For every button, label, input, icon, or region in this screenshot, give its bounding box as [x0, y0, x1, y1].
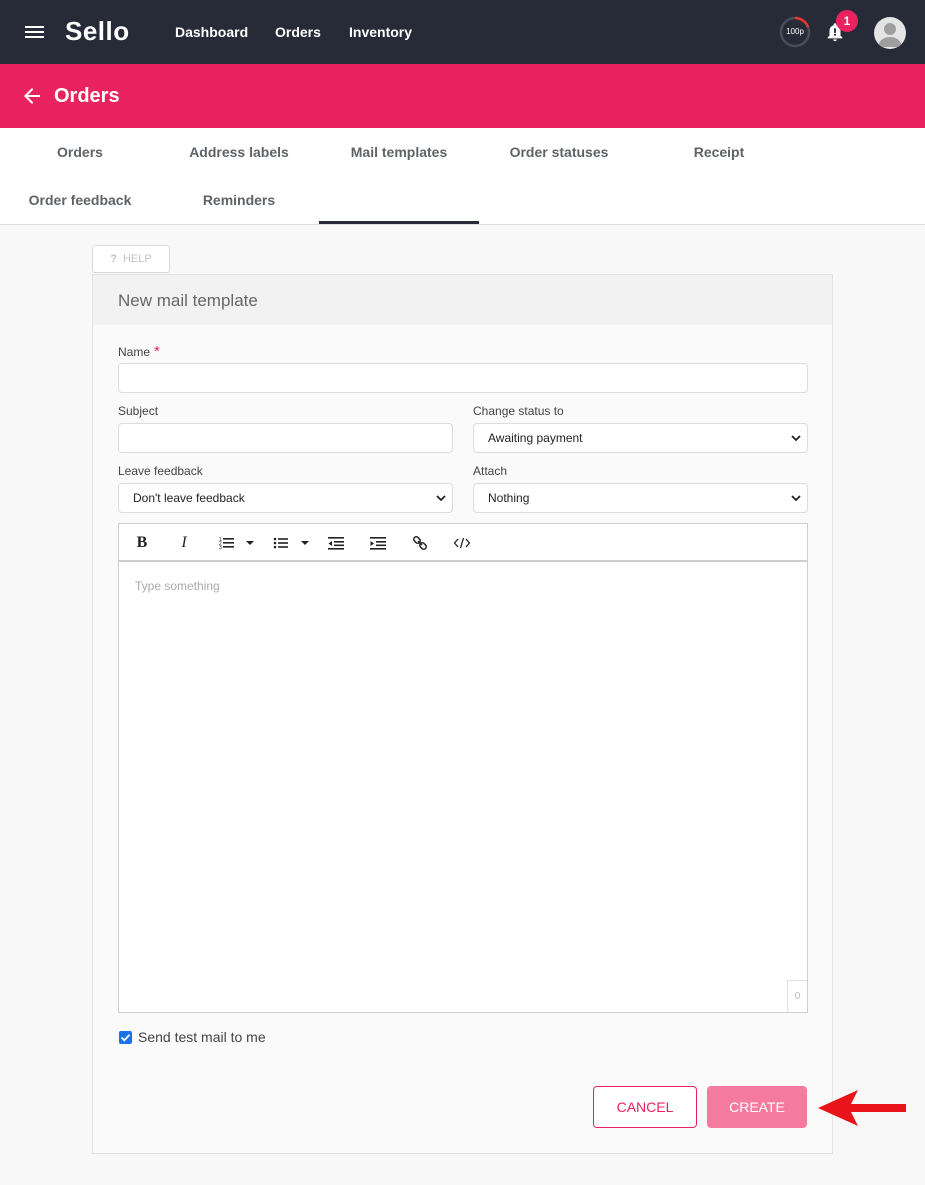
indent-icon[interactable]: [370, 533, 386, 553]
form-header: New mail template: [93, 275, 832, 325]
send-test-mail-label: Send test mail to me: [138, 1029, 266, 1045]
subject-label: Subject: [118, 404, 159, 418]
user-icon: [878, 23, 902, 47]
attach-select[interactable]: Nothing: [473, 483, 808, 513]
required-mark: *: [154, 343, 160, 360]
chevron-down-icon: [791, 495, 801, 502]
help-icon: ?: [110, 253, 117, 265]
tab-mail-templates[interactable]: Mail templates: [319, 128, 479, 176]
tab-receipt[interactable]: Receipt: [639, 128, 799, 176]
active-tab-indicator: [319, 221, 479, 224]
rich-text-editor: B I 123 Type something 0: [118, 523, 808, 1013]
bullet-list-icon[interactable]: [273, 533, 289, 553]
tab-address-labels[interactable]: Address labels: [159, 128, 319, 176]
character-count: 0: [787, 980, 807, 1012]
chevron-down-icon: [436, 495, 446, 502]
create-button[interactable]: CREATE: [707, 1086, 807, 1128]
help-button[interactable]: ? HELP: [92, 245, 170, 273]
attach-value: Nothing: [488, 491, 530, 505]
red-arrow-annotation-icon: [818, 1090, 906, 1126]
user-avatar[interactable]: [874, 17, 906, 49]
page-title: Orders: [54, 85, 120, 107]
change-status-select[interactable]: Awaiting payment: [473, 423, 808, 453]
settings-tabs: Orders Address labels Mail templates Ord…: [0, 128, 925, 225]
nav-item-dashboard[interactable]: Dashboard: [175, 24, 248, 40]
tab-order-feedback[interactable]: Order feedback: [0, 176, 160, 224]
tab-order-statuses[interactable]: Order statuses: [479, 128, 639, 176]
chevron-down-icon: [791, 435, 801, 442]
nav-item-inventory[interactable]: Inventory: [349, 24, 412, 40]
notification-count-badge: 1: [836, 10, 858, 32]
tab-reminders[interactable]: Reminders: [159, 176, 319, 224]
outdent-icon[interactable]: [328, 533, 344, 553]
menu-icon[interactable]: [25, 25, 44, 39]
ordered-list-dropdown-icon[interactable]: [245, 533, 255, 553]
app-logo[interactable]: Sello: [65, 16, 130, 47]
page-header: [0, 64, 925, 128]
link-icon[interactable]: [412, 533, 428, 553]
bold-icon[interactable]: B: [135, 533, 149, 553]
attach-label: Attach: [473, 464, 508, 478]
subject-input[interactable]: [118, 423, 453, 453]
tab-orders[interactable]: Orders: [0, 128, 160, 176]
top-bar: Sello Dashboard Orders Inventory 100p 1: [0, 0, 925, 64]
send-test-mail-checkbox[interactable]: [119, 1031, 132, 1044]
mail-template-form: New mail template Name * Subject Change s…: [92, 274, 833, 1154]
name-input[interactable]: [118, 363, 808, 393]
form-title: New mail template: [118, 291, 258, 310]
leave-feedback-select[interactable]: Don't leave feedback: [118, 483, 453, 513]
back-arrow-icon[interactable]: [22, 86, 42, 106]
cancel-button[interactable]: CANCEL: [593, 1086, 697, 1128]
nav-item-orders[interactable]: Orders: [275, 24, 321, 40]
name-label: Name *: [118, 343, 160, 360]
ordered-list-icon[interactable]: 123: [219, 533, 235, 553]
change-status-label: Change status to: [473, 404, 564, 418]
editor-toolbar: B I 123: [119, 524, 807, 562]
change-status-value: Awaiting payment: [488, 431, 583, 445]
help-label: HELP: [122, 253, 152, 265]
svg-text:3: 3: [219, 545, 222, 551]
leave-feedback-value: Don't leave feedback: [133, 491, 245, 505]
code-icon[interactable]: [454, 533, 470, 553]
bullet-list-dropdown-icon[interactable]: [300, 533, 310, 553]
italic-icon[interactable]: I: [177, 533, 191, 553]
credits-text: 100p: [786, 27, 804, 36]
leave-feedback-label: Leave feedback: [118, 464, 203, 478]
editor-placeholder[interactable]: Type something: [135, 579, 220, 593]
checkmark-icon: [120, 1034, 131, 1042]
